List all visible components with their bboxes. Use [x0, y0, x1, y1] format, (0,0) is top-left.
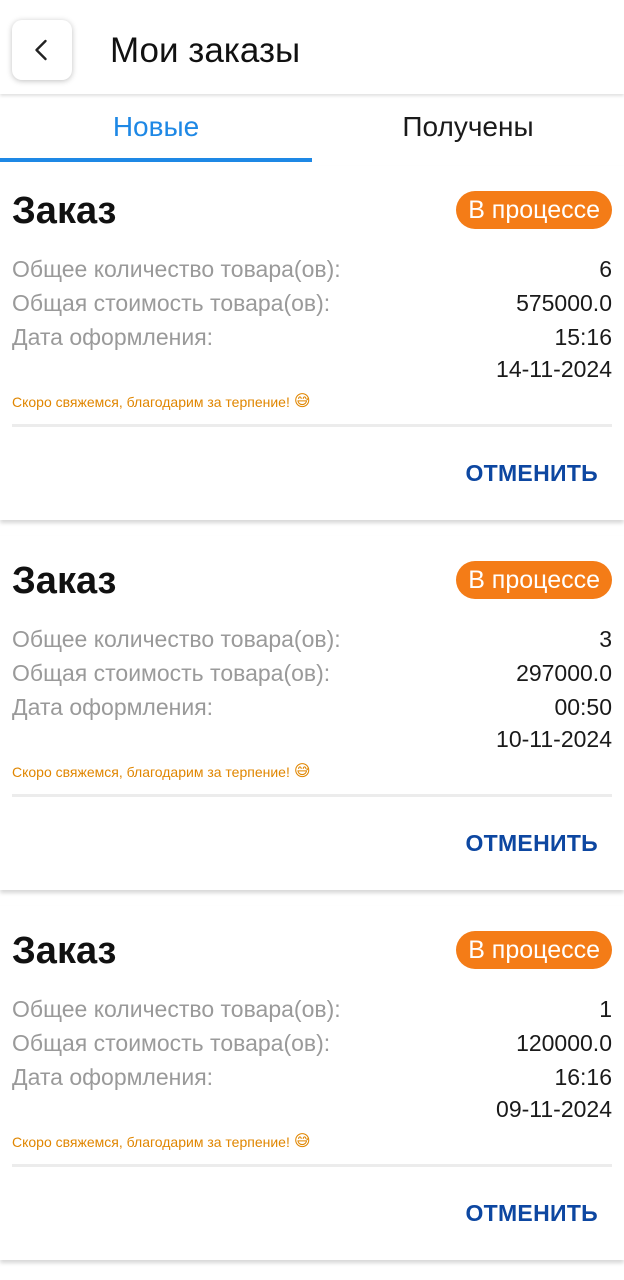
- order-note: Скоро свяжемся, благодарим за терпение! …: [12, 1132, 311, 1152]
- cancel-order-button[interactable]: ОТМЕНИТЬ: [465, 826, 598, 860]
- orders-list: Заказ В процессе Общее количество товара…: [0, 166, 624, 1276]
- order-note-text: Скоро свяжемся, благодарим за терпение!: [12, 1134, 290, 1150]
- app-header: Мои заказы: [0, 0, 624, 94]
- order-note: Скоро свяжемся, благодарим за терпение! …: [12, 392, 311, 412]
- divider: [12, 794, 612, 797]
- order-note-text: Скоро свяжемся, благодарим за терпение!: [12, 394, 290, 410]
- date-row: Дата оформления: 15:16: [12, 320, 612, 354]
- date-row: Дата оформления: 16:16: [12, 1060, 612, 1094]
- cancel-order-button[interactable]: ОТМЕНИТЬ: [465, 1196, 598, 1230]
- quantity-value: 6: [599, 256, 612, 282]
- quantity-label: Общее количество товара(ов):: [12, 256, 341, 282]
- order-date: 14-11-2024: [496, 356, 612, 382]
- date-label: Дата оформления:: [12, 1064, 214, 1090]
- active-tab-indicator: [0, 158, 312, 162]
- cost-label: Общая стоимость товара(ов):: [12, 290, 331, 316]
- order-card: Заказ В процессе Общее количество товара…: [0, 906, 624, 1260]
- order-tabs: Новые Получены: [0, 96, 624, 162]
- chevron-left-icon: [35, 39, 47, 61]
- order-note: Скоро свяжемся, благодарим за терпение! …: [12, 762, 311, 782]
- cost-label: Общая стоимость товара(ов):: [12, 1030, 331, 1056]
- quantity-value: 3: [599, 626, 612, 652]
- order-card: Заказ В процессе Общее количество товара…: [0, 166, 624, 520]
- back-button[interactable]: [12, 20, 72, 80]
- divider: [12, 424, 612, 427]
- status-badge: В процессе: [456, 561, 612, 599]
- quantity-row: Общее количество товара(ов): 1: [12, 992, 612, 1026]
- cost-label: Общая стоимость товара(ов):: [12, 660, 331, 686]
- tab-received[interactable]: Получены: [312, 96, 624, 158]
- quantity-row: Общее количество товара(ов): 3: [12, 622, 612, 656]
- order-time: 15:16: [554, 324, 612, 350]
- order-card: Заказ В процессе Общее количество товара…: [0, 536, 624, 890]
- cost-value: 575000.0: [516, 290, 612, 316]
- order-title: Заказ: [12, 930, 117, 972]
- date-label: Дата оформления:: [12, 324, 214, 350]
- cost-row: Общая стоимость товара(ов): 297000.0: [12, 656, 612, 690]
- sweat-smile-icon: 😅: [293, 393, 311, 410]
- order-date: 09-11-2024: [496, 1096, 612, 1122]
- tab-new[interactable]: Новые: [0, 96, 312, 158]
- cost-value: 297000.0: [516, 660, 612, 686]
- divider: [12, 1164, 612, 1167]
- cancel-order-button[interactable]: ОТМЕНИТЬ: [465, 456, 598, 490]
- sweat-smile-icon: 😅: [293, 763, 311, 780]
- order-date: 10-11-2024: [496, 726, 612, 752]
- quantity-label: Общее количество товара(ов):: [12, 626, 341, 652]
- date-row: Дата оформления: 00:50: [12, 690, 612, 724]
- order-time: 16:16: [554, 1064, 612, 1090]
- sweat-smile-icon: 😅: [293, 1133, 311, 1150]
- quantity-label: Общее количество товара(ов):: [12, 996, 341, 1022]
- order-title: Заказ: [12, 190, 117, 232]
- page-title: Мои заказы: [110, 31, 301, 70]
- quantity-row: Общее количество товара(ов): 6: [12, 252, 612, 286]
- status-badge: В процессе: [456, 191, 612, 229]
- order-title: Заказ: [12, 560, 117, 602]
- quantity-value: 1: [599, 996, 612, 1022]
- order-note-text: Скоро свяжемся, благодарим за терпение!: [12, 764, 290, 780]
- status-badge: В процессе: [456, 931, 612, 969]
- cost-row: Общая стоимость товара(ов): 575000.0: [12, 286, 612, 320]
- cost-value: 120000.0: [516, 1030, 612, 1056]
- cost-row: Общая стоимость товара(ов): 120000.0: [12, 1026, 612, 1060]
- date-label: Дата оформления:: [12, 694, 214, 720]
- my-orders-screen: Мои заказы Новые Получены Заказ В процес…: [0, 0, 624, 1280]
- order-time: 00:50: [554, 694, 612, 720]
